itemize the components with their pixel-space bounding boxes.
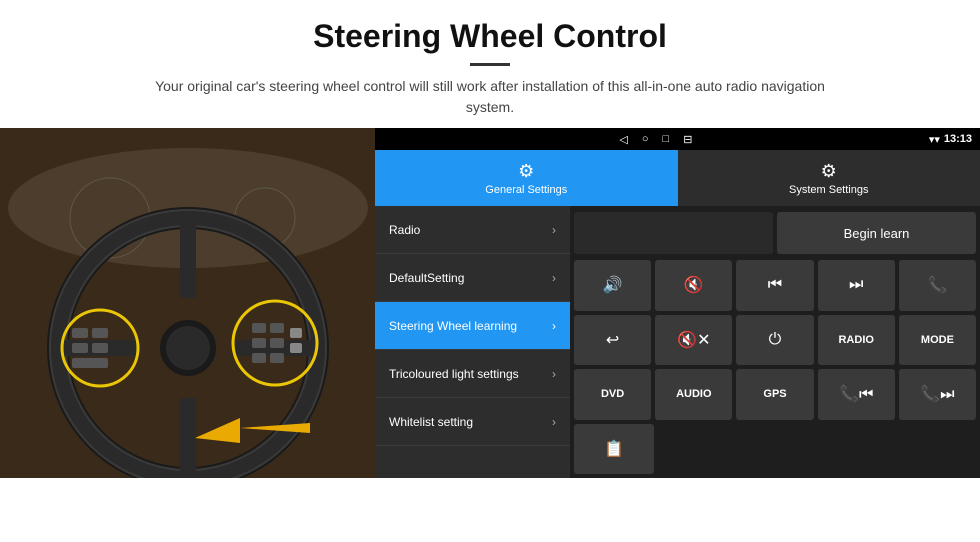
empty-cell bbox=[574, 212, 773, 254]
chevron-icon: › bbox=[552, 319, 556, 333]
menu-whitelist-label: Whitelist setting bbox=[389, 415, 473, 429]
prev-track-icon: ⏮ bbox=[768, 276, 782, 294]
hangup-icon: ↩ bbox=[606, 330, 619, 350]
menu-icon[interactable]: ⊟ bbox=[683, 133, 692, 146]
next-track-icon: ⏭ bbox=[849, 276, 863, 294]
audio-label: AUDIO bbox=[676, 388, 711, 400]
gps-button[interactable]: GPS bbox=[736, 369, 813, 420]
nav-bar: ◁ ○ □ ⊟ bbox=[383, 133, 929, 146]
android-panel: ◁ ○ □ ⊟ ▾▾ 13:13 ⚙ General Settings ⚙ Sy… bbox=[375, 128, 980, 478]
clock: 13:13 bbox=[944, 133, 972, 145]
chevron-icon: › bbox=[552, 415, 556, 429]
audio-button[interactable]: AUDIO bbox=[655, 369, 732, 420]
radio-button[interactable]: RADIO bbox=[818, 315, 895, 366]
vol-up-button[interactable]: 🔊 bbox=[574, 260, 651, 311]
controls-row-3: DVD AUDIO GPS 📞⏮ 📞⏭ bbox=[574, 369, 976, 420]
mute-icon: 🔇✕ bbox=[677, 330, 710, 350]
mode-label: MODE bbox=[921, 334, 954, 346]
tab-system-label: System Settings bbox=[789, 184, 868, 196]
chevron-icon: › bbox=[552, 367, 556, 381]
call-next-button[interactable]: 📞⏭ bbox=[899, 369, 976, 420]
begin-learn-row: Begin learn bbox=[574, 210, 976, 256]
menu-item-default[interactable]: DefaultSetting › bbox=[375, 254, 570, 302]
call-icon: 📞 bbox=[927, 275, 947, 295]
mode-button[interactable]: MODE bbox=[899, 315, 976, 366]
tab-bar: ⚙ General Settings ⚙ System Settings bbox=[375, 150, 980, 206]
radio-label: RADIO bbox=[838, 334, 873, 346]
tab-system[interactable]: ⚙ System Settings bbox=[678, 150, 980, 206]
recents-icon[interactable]: □ bbox=[663, 133, 670, 145]
prev-track-button[interactable]: ⏮ bbox=[736, 260, 813, 311]
controls-row-4: 📋 bbox=[574, 424, 976, 475]
menu-radio-label: Radio bbox=[389, 223, 420, 237]
dvd-button[interactable]: DVD bbox=[574, 369, 651, 420]
next-track-button[interactable]: ⏭ bbox=[818, 260, 895, 311]
page-header: Steering Wheel Control Your original car… bbox=[0, 0, 980, 128]
menu-item-steering[interactable]: Steering Wheel learning › bbox=[375, 302, 570, 350]
controls-row-2: ↩ 🔇✕ ⏻ RADIO MODE bbox=[574, 315, 976, 366]
call-prev-button[interactable]: 📞⏮ bbox=[818, 369, 895, 420]
tab-general[interactable]: ⚙ General Settings bbox=[375, 150, 678, 206]
power-icon: ⏻ bbox=[769, 331, 782, 349]
menu-item-whitelist[interactable]: Whitelist setting › bbox=[375, 398, 570, 446]
steering-wheel-image bbox=[0, 128, 375, 478]
begin-learn-button[interactable]: Begin learn bbox=[777, 212, 976, 254]
chevron-icon: › bbox=[552, 223, 556, 237]
menu-tricoloured-label: Tricoloured light settings bbox=[389, 367, 519, 381]
home-icon[interactable]: ○ bbox=[642, 133, 649, 145]
menu-steering-label: Steering Wheel learning bbox=[389, 319, 517, 333]
power-button[interactable]: ⏻ bbox=[736, 315, 813, 366]
settings-content: Radio › DefaultSetting › Steering Wheel … bbox=[375, 206, 980, 478]
main-content: ◁ ○ □ ⊟ ▾▾ 13:13 ⚙ General Settings ⚙ Sy… bbox=[0, 128, 980, 478]
general-settings-icon: ⚙ bbox=[518, 161, 534, 182]
vol-up-icon: 🔊 bbox=[603, 275, 623, 295]
call-prev-icon: 📞⏮ bbox=[839, 384, 873, 404]
vol-down-icon: 🔇 bbox=[684, 275, 704, 295]
misc-icon: 📋 bbox=[604, 439, 624, 459]
dvd-label: DVD bbox=[601, 388, 624, 400]
misc-button[interactable]: 📋 bbox=[574, 424, 654, 475]
vol-down-button[interactable]: 🔇 bbox=[655, 260, 732, 311]
right-controls-panel: Begin learn 🔊 🔇 ⏮ bbox=[570, 206, 980, 478]
menu-item-tricoloured[interactable]: Tricoloured light settings › bbox=[375, 350, 570, 398]
menu-item-radio[interactable]: Radio › bbox=[375, 206, 570, 254]
chevron-icon: › bbox=[552, 271, 556, 285]
page-title: Steering Wheel Control bbox=[20, 18, 960, 55]
status-icons: ▾▾ 13:13 bbox=[929, 133, 972, 146]
signal-icon: ▾▾ bbox=[929, 133, 940, 146]
status-bar: ◁ ○ □ ⊟ ▾▾ 13:13 bbox=[375, 128, 980, 150]
page-subtitle: Your original car's steering wheel contr… bbox=[140, 76, 840, 118]
mute-button[interactable]: 🔇✕ bbox=[655, 315, 732, 366]
system-settings-icon: ⚙ bbox=[821, 161, 837, 182]
tab-general-label: General Settings bbox=[485, 184, 567, 196]
gps-label: GPS bbox=[763, 388, 786, 400]
controls-grid: 🔊 🔇 ⏮ ⏭ 📞 bbox=[574, 260, 976, 474]
back-icon[interactable]: ◁ bbox=[619, 133, 627, 146]
call-next-icon: 📞⏭ bbox=[920, 384, 954, 404]
menu-default-label: DefaultSetting bbox=[389, 271, 464, 285]
hangup-button[interactable]: ↩ bbox=[574, 315, 651, 366]
left-menu: Radio › DefaultSetting › Steering Wheel … bbox=[375, 206, 570, 478]
call-button[interactable]: 📞 bbox=[899, 260, 976, 311]
title-divider bbox=[470, 63, 510, 66]
controls-row-1: 🔊 🔇 ⏮ ⏭ 📞 bbox=[574, 260, 976, 311]
